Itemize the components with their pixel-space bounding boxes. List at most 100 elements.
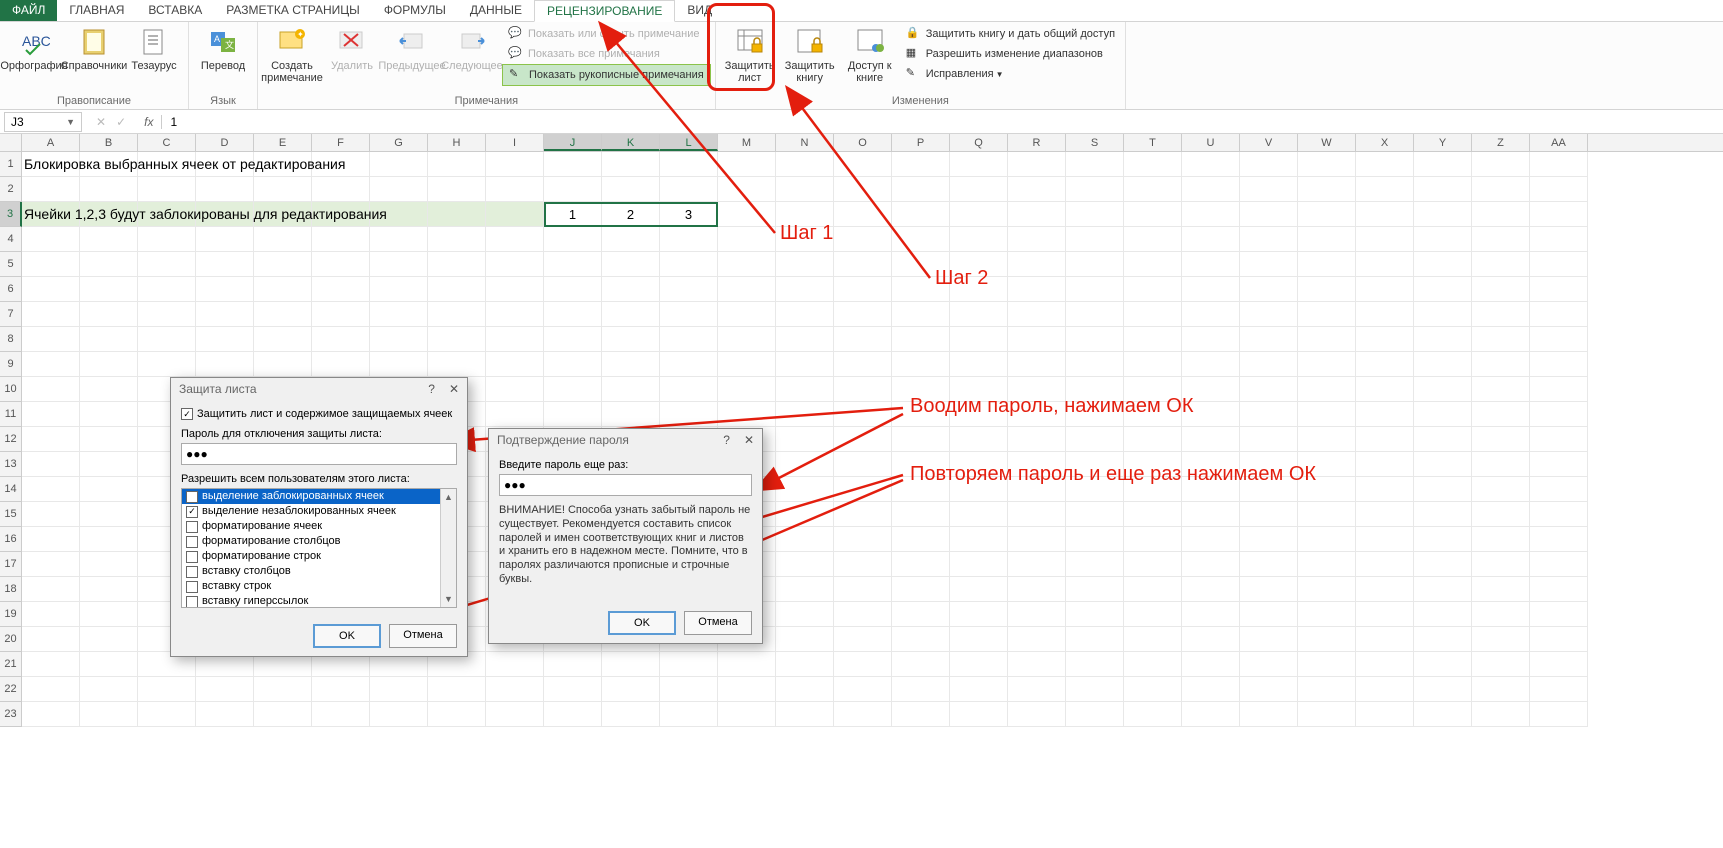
cell[interactable] — [1066, 577, 1124, 602]
cell[interactable] — [1182, 152, 1240, 177]
cell[interactable] — [486, 327, 544, 352]
column-header[interactable]: F — [312, 134, 370, 151]
cell[interactable] — [544, 652, 602, 677]
cell[interactable] — [22, 602, 80, 627]
cell[interactable] — [718, 177, 776, 202]
cell[interactable] — [1240, 702, 1298, 727]
cell[interactable] — [834, 502, 892, 527]
cell[interactable] — [1414, 252, 1472, 277]
cell[interactable] — [1472, 652, 1530, 677]
row-header[interactable]: 19 — [0, 602, 22, 627]
row-header[interactable]: 10 — [0, 377, 22, 402]
permission-item[interactable]: форматирование строк — [182, 549, 456, 564]
protect-contents-checkbox[interactable] — [181, 408, 193, 420]
cell[interactable] — [544, 277, 602, 302]
cell[interactable] — [776, 377, 834, 402]
cell[interactable] — [718, 352, 776, 377]
cell[interactable] — [312, 252, 370, 277]
fx-icon[interactable]: fx — [136, 115, 162, 129]
cell[interactable] — [1472, 477, 1530, 502]
cell[interactable] — [1472, 302, 1530, 327]
cell[interactable] — [950, 427, 1008, 452]
cell[interactable] — [776, 627, 834, 652]
cell[interactable] — [1356, 627, 1414, 652]
cell[interactable] — [1182, 527, 1240, 552]
cell[interactable] — [1182, 252, 1240, 277]
cell[interactable] — [1414, 452, 1472, 477]
cell[interactable] — [776, 177, 834, 202]
cell[interactable] — [1008, 577, 1066, 602]
cell[interactable] — [834, 352, 892, 377]
ok-button[interactable]: OK — [608, 611, 676, 635]
column-header[interactable]: H — [428, 134, 486, 151]
cell[interactable] — [1240, 252, 1298, 277]
cell[interactable] — [138, 302, 196, 327]
permission-item[interactable]: вставку строк — [182, 579, 456, 594]
cell[interactable] — [1530, 402, 1588, 427]
cell[interactable] — [1240, 202, 1298, 227]
cell[interactable] — [834, 552, 892, 577]
cell[interactable] — [544, 177, 602, 202]
cell[interactable] — [1414, 627, 1472, 652]
cell[interactable] — [312, 327, 370, 352]
cell[interactable] — [80, 602, 138, 627]
cell[interactable] — [1182, 227, 1240, 252]
cell[interactable] — [1414, 652, 1472, 677]
row-header[interactable]: 15 — [0, 502, 22, 527]
cell[interactable] — [1472, 702, 1530, 727]
cell[interactable] — [660, 352, 718, 377]
cell[interactable] — [718, 377, 776, 402]
cell[interactable] — [80, 552, 138, 577]
cell[interactable] — [312, 177, 370, 202]
cell[interactable] — [1298, 302, 1356, 327]
cell[interactable] — [1124, 202, 1182, 227]
cell[interactable] — [1530, 227, 1588, 252]
cell[interactable] — [1298, 177, 1356, 202]
column-header[interactable]: X — [1356, 134, 1414, 151]
column-header[interactable]: E — [254, 134, 312, 151]
cell[interactable] — [428, 277, 486, 302]
cell[interactable] — [718, 277, 776, 302]
cell[interactable] — [1240, 177, 1298, 202]
row-header[interactable]: 8 — [0, 327, 22, 352]
cell[interactable] — [1414, 502, 1472, 527]
cell[interactable] — [1530, 552, 1588, 577]
cell[interactable] — [486, 177, 544, 202]
cell[interactable] — [776, 302, 834, 327]
cell[interactable] — [22, 352, 80, 377]
cell[interactable] — [950, 552, 1008, 577]
cell[interactable] — [254, 252, 312, 277]
cell[interactable] — [950, 152, 1008, 177]
cell[interactable] — [1240, 652, 1298, 677]
cell[interactable] — [370, 302, 428, 327]
cell[interactable] — [370, 152, 428, 177]
cell[interactable] — [1472, 327, 1530, 352]
row-header[interactable]: 16 — [0, 527, 22, 552]
cell[interactable] — [1356, 527, 1414, 552]
cell[interactable] — [370, 252, 428, 277]
cell[interactable] — [1530, 277, 1588, 302]
cell[interactable] — [660, 402, 718, 427]
cell[interactable] — [196, 677, 254, 702]
cell[interactable] — [1240, 277, 1298, 302]
cell[interactable] — [428, 352, 486, 377]
cell[interactable] — [1008, 427, 1066, 452]
cell[interactable] — [1356, 202, 1414, 227]
cell[interactable] — [254, 177, 312, 202]
cell[interactable] — [892, 702, 950, 727]
cell[interactable] — [602, 252, 660, 277]
cell[interactable] — [1472, 627, 1530, 652]
cell[interactable] — [1240, 377, 1298, 402]
cell[interactable] — [602, 377, 660, 402]
row-header[interactable]: 23 — [0, 702, 22, 727]
cell[interactable] — [138, 252, 196, 277]
cell[interactable] — [718, 152, 776, 177]
cell[interactable] — [950, 202, 1008, 227]
cell[interactable] — [80, 652, 138, 677]
cell[interactable] — [1124, 527, 1182, 552]
column-header[interactable]: W — [1298, 134, 1356, 151]
cell[interactable] — [1240, 552, 1298, 577]
thesaurus-button[interactable]: Тезаурус — [124, 24, 184, 74]
permission-checkbox[interactable] — [186, 566, 198, 578]
cell[interactable] — [950, 177, 1008, 202]
